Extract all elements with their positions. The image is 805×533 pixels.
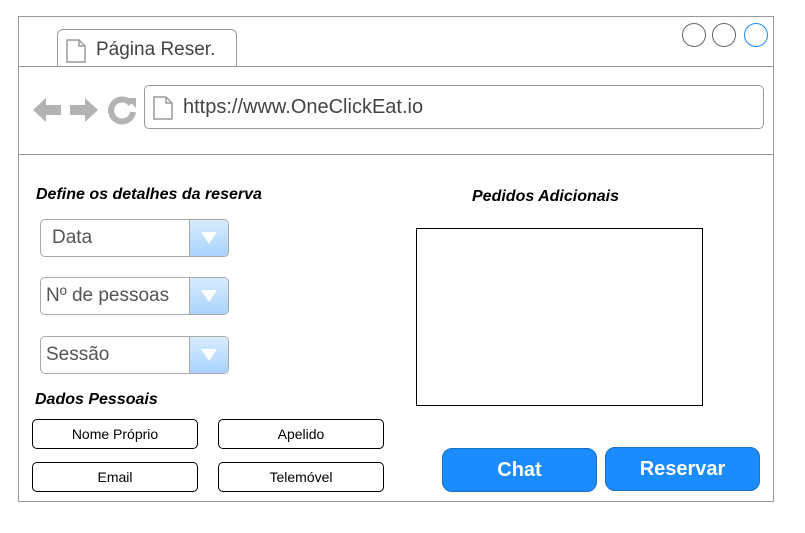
address-bar-divider — [19, 154, 773, 155]
last-name-field[interactable]: Apelido — [218, 419, 384, 449]
additional-requests-heading: Pedidos Adicionais — [472, 188, 619, 205]
close-button[interactable] — [744, 23, 768, 47]
reload-icon[interactable] — [107, 95, 137, 130]
chat-button[interactable]: Chat — [442, 448, 597, 492]
tab-title: Página Reser. — [96, 39, 216, 60]
url-text: https://www.OneClickEat.io — [183, 96, 424, 118]
chevron-down-icon[interactable] — [189, 278, 228, 314]
personal-data-heading: Dados Pessoais — [35, 391, 158, 408]
page-icon — [66, 39, 86, 68]
people-count-select[interactable]: Nº de pessoas — [40, 277, 229, 315]
browser-window: Página Reser. https://www.OneClickEat.io — [18, 16, 774, 502]
date-select[interactable]: Data — [40, 219, 229, 257]
back-arrow-icon[interactable] — [32, 95, 62, 130]
reservation-details-heading: Define os detalhes da reserva — [36, 186, 262, 203]
additional-requests-textarea[interactable] — [416, 228, 703, 406]
chevron-down-icon[interactable] — [189, 220, 228, 256]
tab-bar-divider — [19, 66, 773, 67]
select-label: Nº de pessoas — [46, 285, 170, 306]
forward-arrow-icon[interactable] — [69, 95, 99, 130]
browser-tab[interactable]: Página Reser. — [57, 29, 237, 67]
chevron-down-icon[interactable] — [189, 337, 228, 373]
phone-field[interactable]: Telemóvel — [218, 462, 384, 492]
select-label: Sessão — [46, 344, 110, 365]
session-select[interactable]: Sessão — [40, 336, 229, 374]
select-label: Data — [52, 227, 93, 248]
page-icon — [153, 96, 173, 125]
reserve-button[interactable]: Reservar — [605, 447, 760, 491]
minimize-button[interactable] — [682, 23, 706, 47]
address-bar[interactable]: https://www.OneClickEat.io — [144, 85, 764, 129]
first-name-field[interactable]: Nome Próprio — [32, 419, 198, 449]
email-field[interactable]: Email — [32, 462, 198, 492]
maximize-button[interactable] — [712, 23, 736, 47]
